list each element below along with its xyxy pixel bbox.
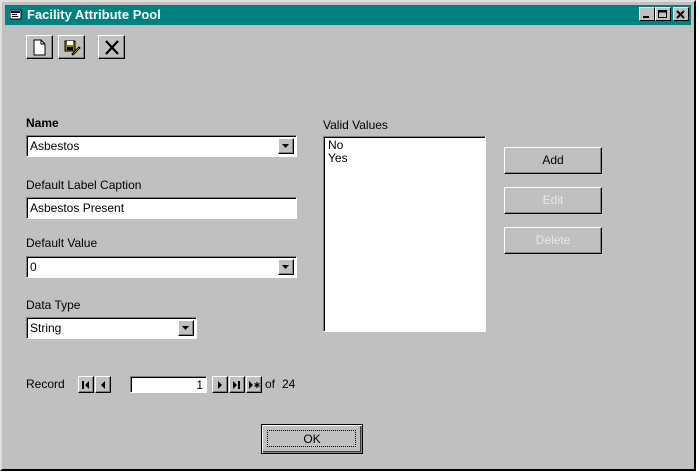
save-edit-button[interactable] <box>58 35 85 59</box>
default-value-label: Default Value <box>26 236 98 250</box>
add-button[interactable]: Add <box>504 147 602 174</box>
default-value-combo[interactable]: 0 <box>26 256 297 278</box>
data-type-dropdown-button[interactable] <box>178 320 194 336</box>
default-value-dropdown-button[interactable] <box>278 259 294 275</box>
record-label: Record <box>26 377 65 391</box>
maximize-icon <box>658 10 667 18</box>
name-label: Name <box>26 116 59 130</box>
last-record-button[interactable] <box>229 376 245 393</box>
previous-record-icon <box>101 381 105 389</box>
last-record-icon <box>233 381 240 389</box>
new-document-icon <box>33 39 46 56</box>
minimize-icon <box>643 16 649 18</box>
new-button[interactable] <box>26 35 53 59</box>
edit-button[interactable]: Edit <box>504 187 602 214</box>
focus-rectangle <box>267 430 356 447</box>
close-button[interactable] <box>673 7 689 21</box>
delete-button[interactable] <box>98 35 125 59</box>
minimize-button[interactable] <box>639 7 655 21</box>
close-icon <box>676 10 685 19</box>
data-type-value: String <box>30 321 62 335</box>
title-bar[interactable]: Facility Attribute Pool <box>5 5 691 25</box>
name-dropdown-button[interactable] <box>278 138 294 154</box>
list-item[interactable]: Yes <box>328 152 481 165</box>
record-number-input[interactable]: 1 <box>130 376 207 393</box>
caption-label: Default Label Caption <box>26 178 142 192</box>
caption-value: Asbestos Present <box>30 201 125 215</box>
data-type-combo[interactable]: String <box>26 317 197 339</box>
valid-values-label: Valid Values <box>323 118 388 132</box>
previous-record-button[interactable] <box>95 376 111 393</box>
data-type-label: Data Type <box>26 298 81 312</box>
record-of-label: of <box>265 377 276 391</box>
facility-attribute-pool-window: Facility Attribute Pool Name Asbestos De… <box>0 0 696 471</box>
window-title: Facility Attribute Pool <box>27 7 161 22</box>
first-record-button[interactable] <box>78 376 94 393</box>
caption-input[interactable]: Asbestos Present <box>26 197 297 219</box>
new-record-icon <box>249 381 260 389</box>
delete-button-label: Delete <box>535 233 571 247</box>
chevron-down-icon <box>282 144 289 148</box>
default-value: 0 <box>30 260 37 274</box>
chevron-down-icon <box>282 265 289 269</box>
next-record-button[interactable] <box>212 376 228 393</box>
delete-x-icon <box>105 40 119 55</box>
valid-values-list[interactable]: No Yes <box>323 136 486 332</box>
new-record-button[interactable] <box>246 376 262 393</box>
chevron-down-icon <box>182 326 189 330</box>
name-value: Asbestos <box>30 139 80 153</box>
save-edit-icon <box>64 40 81 56</box>
record-total: 24 <box>282 377 296 391</box>
maximize-button[interactable] <box>655 7 671 21</box>
edit-button-label: Edit <box>542 193 564 207</box>
app-icon <box>10 9 22 20</box>
next-record-icon <box>218 381 222 389</box>
list-item[interactable]: No <box>328 139 481 152</box>
delete-value-button[interactable]: Delete <box>504 227 602 254</box>
name-combo[interactable]: Asbestos <box>26 135 297 157</box>
ok-button[interactable]: OK <box>261 424 363 454</box>
first-record-icon <box>82 381 89 389</box>
